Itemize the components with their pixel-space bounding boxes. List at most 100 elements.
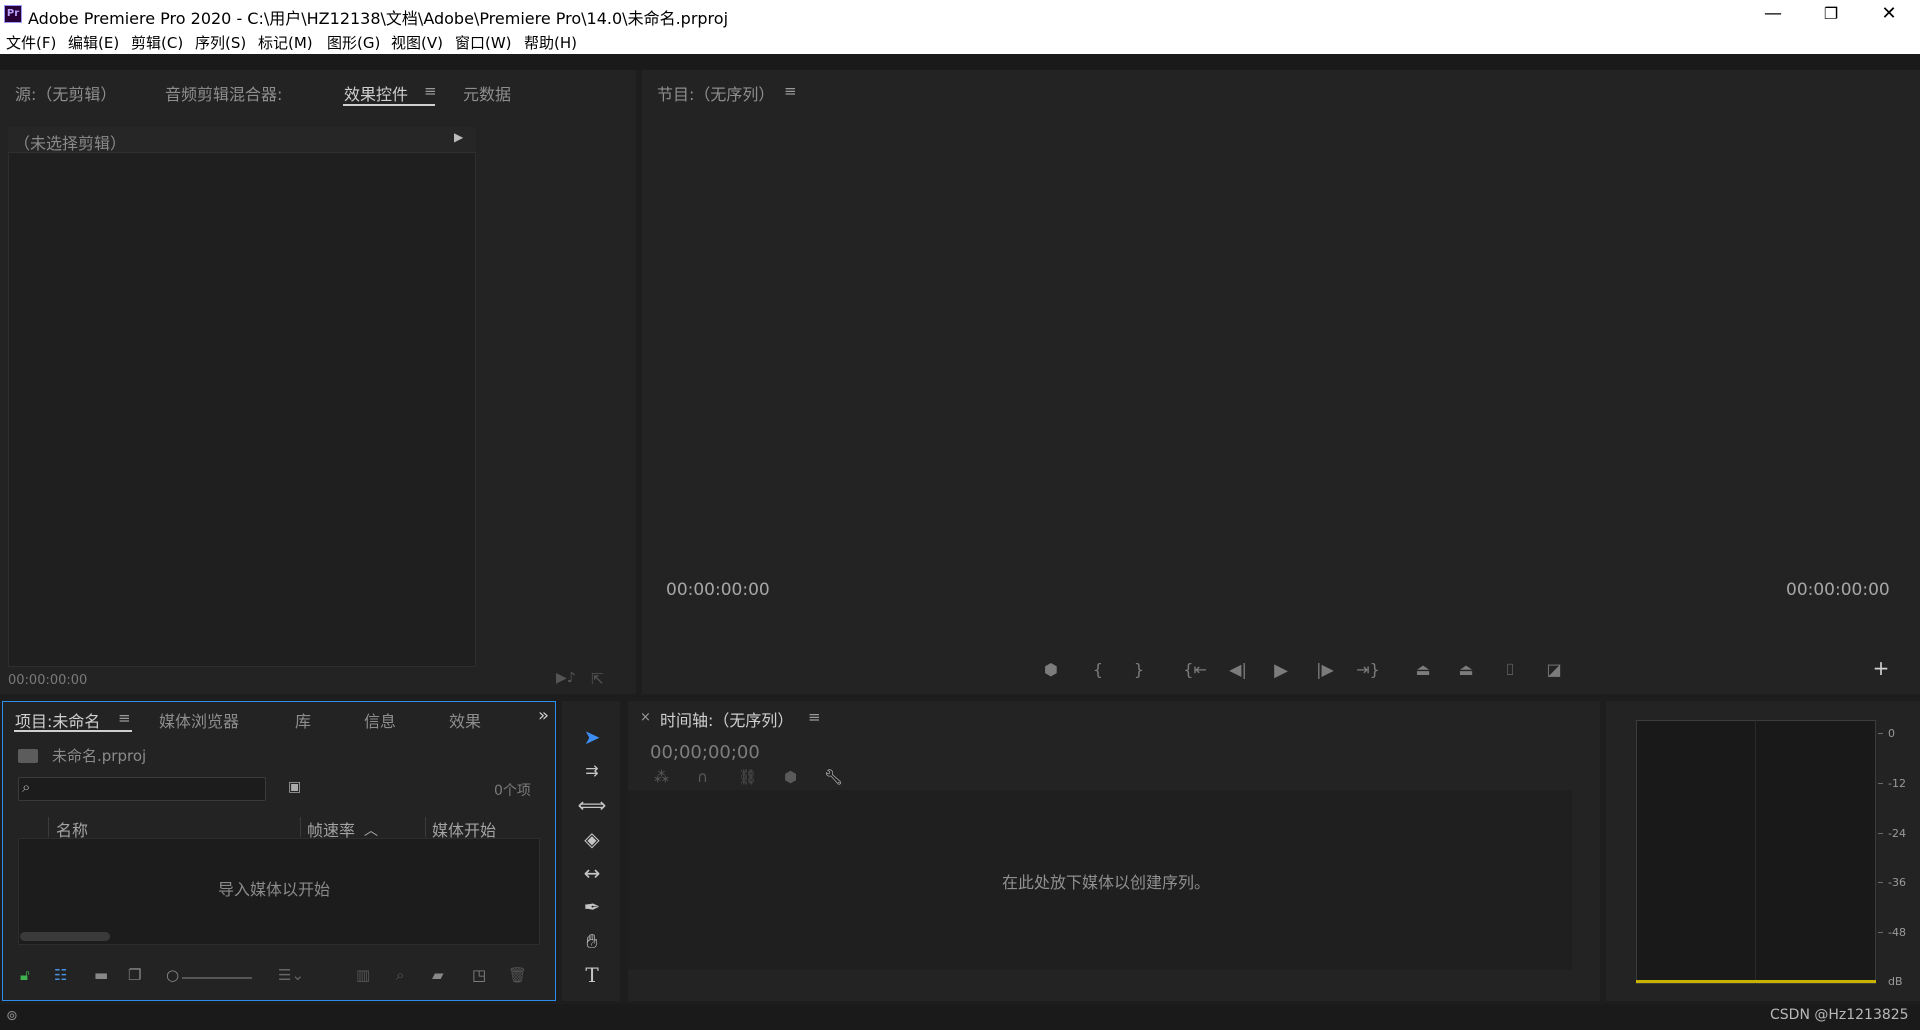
- audio-only-icon[interactable]: ▶♪: [556, 670, 576, 686]
- slip-tool-icon[interactable]: ↔: [570, 858, 614, 888]
- premiere-logo-icon: Pr: [4, 5, 22, 23]
- close-timeline-icon[interactable]: ×: [640, 710, 651, 725]
- menu-help[interactable]: 帮助(H): [524, 32, 577, 53]
- minimize-button[interactable]: —: [1744, 0, 1802, 30]
- meter-tick: [1878, 932, 1883, 933]
- razor-tool-icon[interactable]: ◈: [570, 824, 614, 854]
- program-monitor: [642, 70, 1920, 694]
- export-frame-icon[interactable]: ⇱: [591, 670, 604, 688]
- zoom-slider-handle[interactable]: ○: [166, 966, 179, 984]
- tab-libraries[interactable]: 库: [295, 708, 311, 732]
- menu-clip[interactable]: 剪辑(C): [131, 32, 183, 53]
- tab-effects[interactable]: 效果: [449, 708, 481, 732]
- audio-level-indicator: [1636, 980, 1876, 983]
- lift-icon[interactable]: ⏏: [1410, 660, 1436, 679]
- tab-metadata[interactable]: 元数据: [463, 81, 511, 105]
- mark-in-icon[interactable]: {: [1085, 660, 1111, 679]
- sort-icons-icon[interactable]: ☰⌄: [278, 966, 304, 984]
- import-media-hint[interactable]: 导入媒体以开始: [218, 876, 330, 900]
- source-timecode: 00:00:00:00: [8, 673, 88, 688]
- tab-audio-clip-mixer[interactable]: 音频剪辑混合器:: [165, 81, 282, 105]
- icon-view-icon[interactable]: ▬: [94, 966, 108, 984]
- menu-window[interactable]: 窗口(W): [455, 32, 512, 53]
- linked-selection-icon[interactable]: ⛓: [738, 768, 757, 786]
- pen-tool-icon[interactable]: ✒: [570, 892, 614, 922]
- column-separator: [425, 817, 426, 837]
- mark-out-icon[interactable]: }: [1126, 660, 1152, 679]
- meter-tick: [1878, 882, 1883, 883]
- tab-media-browser[interactable]: 媒体浏览器: [159, 708, 239, 732]
- db-label: -36: [1888, 876, 1906, 889]
- sort-ascending-icon[interactable]: ︿: [364, 820, 378, 840]
- go-to-in-icon[interactable]: {⇤: [1182, 660, 1208, 679]
- effect-controls-area: [8, 127, 476, 667]
- column-separator: [48, 817, 49, 837]
- find-icon[interactable]: ⌕: [396, 966, 404, 984]
- project-menu-icon[interactable]: ≡: [118, 709, 131, 727]
- close-button[interactable]: ✕: [1860, 0, 1918, 30]
- column-name[interactable]: 名称: [56, 817, 88, 841]
- menu-edit[interactable]: 编辑(E): [68, 32, 119, 53]
- list-view-icon[interactable]: ☷: [54, 966, 67, 984]
- program-menu-icon[interactable]: ≡: [784, 82, 797, 100]
- extract-icon[interactable]: ⏏: [1453, 660, 1479, 679]
- add-marker-icon[interactable]: ⬢: [784, 768, 797, 786]
- trash-icon[interactable]: 🗑︎: [508, 966, 527, 984]
- column-media-start[interactable]: 媒体开始: [432, 817, 496, 841]
- find-bin-icon[interactable]: ▣: [288, 779, 301, 795]
- meter-tick: [1878, 733, 1883, 734]
- step-forward-icon[interactable]: |▶: [1312, 660, 1338, 679]
- play-icon[interactable]: ▶: [1268, 660, 1294, 681]
- column-frame-rate[interactable]: 帧速率: [307, 817, 355, 841]
- comparison-view-icon[interactable]: ◪: [1541, 660, 1567, 679]
- menu-sequence[interactable]: 序列(S): [195, 32, 246, 53]
- panel-menu-icon[interactable]: ≡: [424, 82, 437, 100]
- ripple-edit-tool-icon[interactable]: ⟺: [570, 790, 614, 820]
- zoom-slider-track[interactable]: [182, 977, 252, 979]
- menu-markers[interactable]: 标记(M): [258, 32, 313, 53]
- program-playhead-timecode[interactable]: 00:00:00:00: [666, 580, 770, 600]
- creative-cloud-icon[interactable]: ⊚: [6, 1008, 18, 1024]
- type-tool-icon[interactable]: T: [570, 960, 614, 990]
- tab-source[interactable]: 源:（无剪辑）: [15, 81, 116, 105]
- automate-to-sequence-icon[interactable]: ▥: [356, 966, 370, 984]
- wrench-icon[interactable]: 🔧︎: [824, 768, 843, 786]
- horizontal-scrollbar[interactable]: [20, 932, 110, 941]
- workspace-bar: [0, 54, 1920, 70]
- menu-view[interactable]: 视图(V): [391, 32, 443, 53]
- tab-info[interactable]: 信息: [364, 708, 396, 732]
- status-bar: [0, 1004, 1920, 1030]
- hand-tool-icon[interactable]: ✋︎: [570, 926, 614, 956]
- nest-icon[interactable]: ⁂: [654, 768, 669, 786]
- timeline-title[interactable]: 时间轴:（无序列）: [660, 707, 793, 731]
- timeline-timecode[interactable]: 00;00;00;00: [650, 742, 760, 763]
- program-title[interactable]: 节目:（无序列）: [657, 81, 774, 105]
- menu-graphics[interactable]: 图形(G): [327, 32, 380, 53]
- lock-icon[interactable]: 🔓︎: [20, 966, 30, 984]
- tab-effect-controls[interactable]: 效果控件: [344, 81, 408, 105]
- export-frame-camera-icon[interactable]: ⌷: [1497, 660, 1523, 680]
- button-editor-plus-icon[interactable]: +: [1868, 656, 1894, 680]
- new-bin-icon[interactable]: ▰: [432, 966, 444, 984]
- timeline-menu-icon[interactable]: ≡: [808, 708, 821, 726]
- expand-arrow-icon[interactable]: ▶: [454, 130, 463, 144]
- new-item-icon[interactable]: ◳: [472, 966, 486, 984]
- go-to-out-icon[interactable]: ⇥}: [1355, 660, 1381, 679]
- selection-tool-icon[interactable]: ➤: [570, 722, 614, 752]
- add-marker-icon[interactable]: ⬢: [1038, 660, 1064, 679]
- meter-tick: [1878, 783, 1883, 784]
- step-back-icon[interactable]: ◀|: [1225, 660, 1251, 679]
- tab-project[interactable]: 项目:未命名: [15, 708, 100, 732]
- freeform-view-icon[interactable]: ❐: [128, 966, 141, 984]
- restore-button[interactable]: ❐: [1802, 0, 1860, 30]
- meter-tick: [1878, 833, 1883, 834]
- column-separator: [300, 817, 301, 837]
- no-clip-label: （未选择剪辑）: [14, 134, 127, 153]
- audio-meter: [1636, 720, 1876, 984]
- project-search-input[interactable]: [18, 777, 266, 801]
- tabs-overflow-icon[interactable]: »: [538, 705, 549, 726]
- menu-file[interactable]: 文件(F): [6, 32, 56, 53]
- track-select-tool-icon[interactable]: ⇉: [570, 756, 614, 786]
- db-label: -24: [1888, 827, 1906, 840]
- snap-icon[interactable]: ∩: [697, 768, 708, 786]
